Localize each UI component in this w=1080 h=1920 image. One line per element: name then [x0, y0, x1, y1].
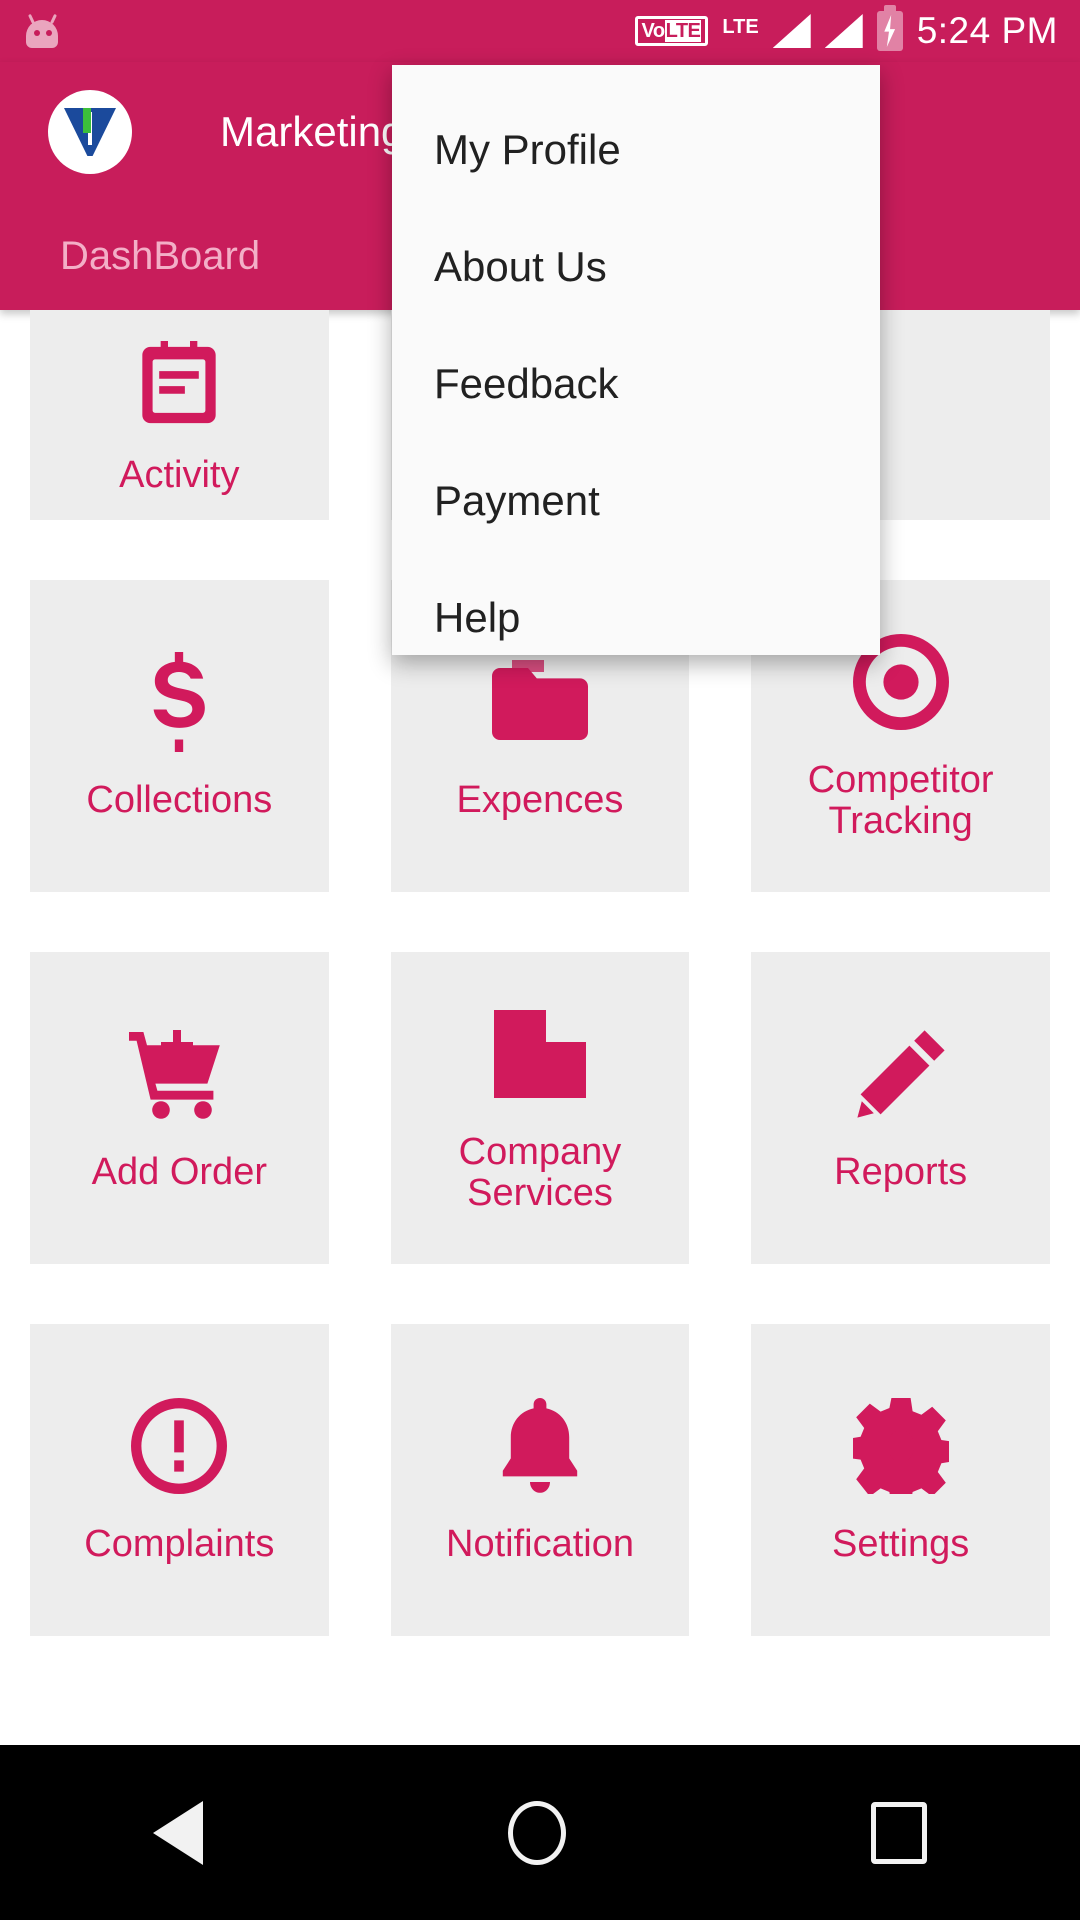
- tile-label: Activity: [119, 454, 240, 497]
- cart-plus-icon: [129, 1022, 229, 1126]
- gear-icon: [852, 1394, 949, 1498]
- menu-item-feedback[interactable]: Feedback: [392, 325, 880, 442]
- alert-circle-icon: [131, 1394, 228, 1498]
- volte-prefix: Vo: [641, 20, 666, 42]
- tile-reports[interactable]: Reports: [751, 952, 1050, 1264]
- lte-icon: LTE: [722, 16, 759, 38]
- back-icon[interactable]: [152, 1800, 203, 1865]
- recents-icon[interactable]: [871, 1801, 928, 1864]
- menu-item-my-profile[interactable]: My Profile: [392, 91, 880, 208]
- status-bar-left: [22, 13, 62, 48]
- building-icon: [493, 1002, 586, 1106]
- tile-label: Company Services: [458, 1130, 622, 1214]
- tile-settings[interactable]: Settings: [751, 1324, 1050, 1636]
- logo-v-mark: [64, 108, 116, 156]
- overflow-menu: My Profile About Us Feedback Payment Hel…: [392, 65, 880, 655]
- tab-dashboard[interactable]: DashBoard: [0, 234, 320, 279]
- tile-label: Collections: [86, 779, 273, 822]
- android-head-icon: [22, 13, 62, 48]
- tile-label: Reports: [834, 1151, 968, 1194]
- battery-charging-icon: [876, 5, 903, 51]
- app-logo: [48, 90, 132, 174]
- tile-label: Settings: [832, 1523, 970, 1566]
- tile-notification[interactable]: Notification: [390, 1324, 690, 1636]
- status-bar-clock: 5:24 PM: [916, 10, 1058, 51]
- android-nav-bar: [0, 1745, 1080, 1920]
- signal-bars-icon-2: [824, 14, 863, 48]
- tile-label: Expences: [456, 779, 624, 822]
- volte-icon: VoLTE: [634, 16, 709, 46]
- signal-bars-icon-1: [772, 14, 811, 48]
- tile-company-services[interactable]: Company Services: [390, 952, 690, 1264]
- status-bar-right: VoLTE LTE 5:24 PM: [634, 5, 1058, 52]
- tile-label: Notification: [446, 1523, 634, 1566]
- tile-label: Complaints: [84, 1523, 275, 1566]
- tile-add-order[interactable]: Add Order: [30, 952, 329, 1264]
- tile-label: Add Order: [91, 1151, 267, 1194]
- dollar-icon: [144, 650, 214, 754]
- menu-item-about-us[interactable]: About Us: [392, 208, 880, 325]
- menu-item-payment[interactable]: Payment: [392, 442, 880, 559]
- page-title: Marketing: [220, 108, 405, 155]
- pencil-icon: [855, 1022, 947, 1126]
- status-bar: VoLTE LTE 5:24 PM: [0, 0, 1080, 62]
- tile-collections[interactable]: Collections: [30, 580, 329, 892]
- tile-label: Competitor Tracking: [807, 758, 994, 842]
- tile-complaints[interactable]: Complaints: [30, 1324, 329, 1636]
- bell-icon: [496, 1394, 584, 1498]
- volte-highlight: LTE: [664, 20, 702, 42]
- tile-activity[interactable]: Activity: [30, 310, 329, 520]
- menu-item-help[interactable]: Help: [392, 559, 880, 676]
- clipboard-icon: [135, 333, 223, 437]
- home-icon[interactable]: [507, 1800, 566, 1865]
